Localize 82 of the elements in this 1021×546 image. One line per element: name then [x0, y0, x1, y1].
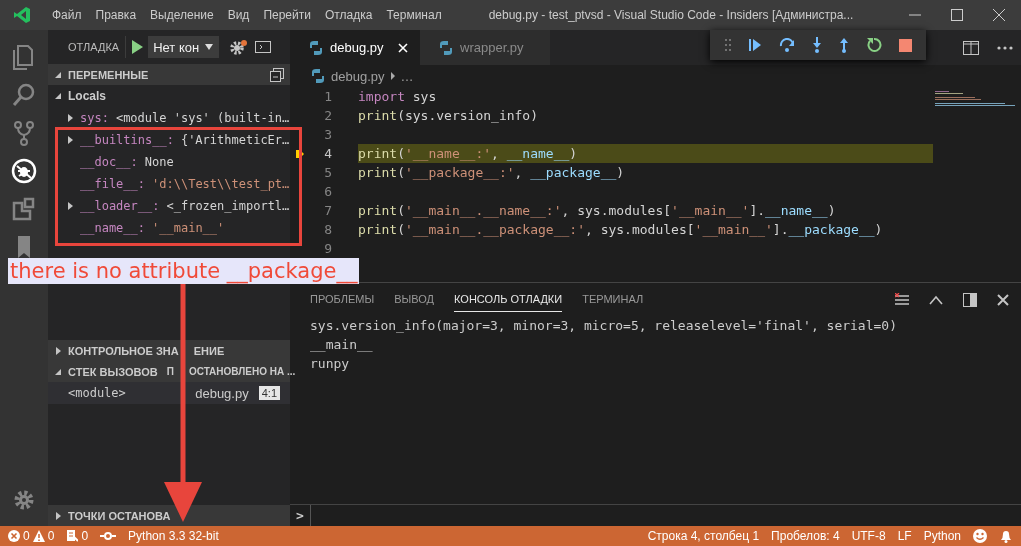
- variable-value: '__main__': [152, 221, 225, 235]
- panel-title: ОТЛАДКА: [68, 41, 120, 53]
- status-item[interactable]: LF: [897, 529, 912, 543]
- menu-item[interactable]: Вид: [220, 8, 257, 22]
- panel-tab[interactable]: ТЕРМИНАЛ: [582, 287, 644, 312]
- line-number: 4: [323, 146, 332, 161]
- console-output-line: sys.version_info(major=3, minor=3, micro=5, releaselevel='final', serial=0): [310, 317, 898, 335]
- line-number: 5: [323, 165, 332, 180]
- status-item[interactable]: Пробелов: 4: [771, 529, 840, 543]
- variable-name: __name__:: [80, 221, 146, 235]
- warning-count: 0: [47, 529, 55, 543]
- error-count: 0: [23, 529, 30, 543]
- menu-item[interactable]: Терминал: [379, 8, 449, 22]
- annotation-label: there is no attribute __package__: [8, 258, 360, 284]
- breadcrumb-item[interactable]: debug.py: [331, 68, 385, 84]
- section-header[interactable]: КОНТРОЛЬНОЕ ЗНА ЕНИЕ: [48, 340, 290, 361]
- section-title: ПЕРЕМЕННЫЕ: [68, 68, 149, 81]
- line-number: 9: [323, 241, 332, 256]
- info-count: 0: [81, 529, 89, 543]
- section-header[interactable]: ПЕРЕМЕННЫЕ: [48, 64, 290, 85]
- panel-tab[interactable]: ПРОБЛЕМЫ: [310, 287, 375, 312]
- code-line: print(sys.version_info): [358, 107, 540, 125]
- variable-name: __loader__:: [80, 199, 160, 213]
- variable-row[interactable]: __builtins__: {'ArithmeticEr…: [48, 129, 290, 151]
- stack-frame[interactable]: <module> debug.py 4:1: [48, 382, 290, 404]
- section-title: ЕНИЕ: [193, 344, 225, 357]
- variable-row[interactable]: __loader__: <_frozen_importl…: [48, 195, 290, 217]
- code-line: import sys: [358, 88, 438, 106]
- variable-name: sys:: [80, 111, 109, 125]
- line-number: 3: [323, 127, 332, 142]
- editor-tab[interactable]: wrapper.py: [420, 30, 550, 65]
- breadcrumb-item[interactable]: …: [400, 68, 414, 84]
- variable-name: __builtins__:: [80, 133, 174, 147]
- variable-value: None: [144, 155, 174, 169]
- code-line: print('__main__.__name__:', sys.modules['__main__'].__name__): [358, 202, 837, 220]
- section-header[interactable]: ТОЧКИ ОСТАНОВА: [48, 505, 290, 526]
- menu-item[interactable]: Отладка: [317, 8, 380, 22]
- line-number: 8: [323, 222, 332, 237]
- menu-item[interactable]: Перейти: [256, 8, 318, 22]
- info-indicator[interactable]: 0: [66, 529, 89, 543]
- code-line: print('__package__:', __package__): [358, 164, 626, 182]
- variable-value: <_frozen_importl…: [166, 199, 290, 213]
- variable-row[interactable]: __file__: 'd:\\Test\\test_pt…: [48, 173, 290, 195]
- variable-value: {'ArithmeticEr…: [180, 133, 290, 147]
- status-item[interactable]: UTF-8: [851, 529, 886, 543]
- tree-item[interactable]: Locals: [48, 85, 290, 107]
- frame-file: debug.py: [195, 385, 249, 401]
- variable-row[interactable]: __doc__: None: [48, 151, 290, 173]
- position-badge: 4:1: [258, 386, 280, 400]
- editor-tab[interactable]: debug.py: [290, 30, 420, 65]
- paused-status: ОСТАНОВЛЕНО НА ...: [188, 366, 296, 377]
- panel-tab[interactable]: КОНСОЛЬ ОТЛАДКИ: [454, 287, 563, 312]
- configuration-dropdown[interactable]: Нет кон: [125, 36, 220, 58]
- variable-name: __file__:: [80, 177, 146, 191]
- code-line: print('__main__.__package__:', sys.modules['__main__'].__package__): [358, 221, 884, 239]
- interpreter-selector[interactable]: Python 3.3 32-bit: [128, 529, 219, 543]
- variable-row[interactable]: __name__: '__main__': [48, 217, 290, 239]
- line-number: 7: [323, 203, 332, 218]
- variable-name: __doc__:: [80, 155, 138, 169]
- problems-indicator[interactable]: 0 0: [8, 529, 55, 543]
- line-number: 6: [323, 184, 332, 199]
- status-item[interactable]: Python: [923, 529, 961, 543]
- section-title: СТЕК ВЫЗОВОВ: [68, 365, 158, 378]
- console-output-line: __main__: [310, 336, 374, 354]
- menu-item[interactable]: Выделение: [143, 8, 221, 22]
- section-title: КОНТРОЛЬНОЕ ЗНА: [68, 344, 179, 357]
- panel-tab[interactable]: ВЫВОД: [394, 287, 435, 312]
- dropdown-value: Нет кон: [152, 39, 201, 55]
- variable-value: <module 'sys' (built-in…: [115, 111, 290, 125]
- line-number: 2: [323, 108, 332, 123]
- variable-value: 'd:\\Test\\test_pt…: [152, 177, 290, 191]
- frame-name: <module>: [68, 386, 126, 400]
- menu-item[interactable]: Правка: [88, 8, 144, 22]
- variable-row[interactable]: sys: <module 'sys' (built-in…: [48, 107, 290, 129]
- window-title: debug.py - test_ptvsd - Visual Studio Code - Insiders [Администра...: [488, 8, 854, 22]
- line-number: 1: [323, 89, 332, 104]
- scope-name: Locals: [68, 89, 106, 103]
- console-output-line: runpy: [310, 355, 351, 373]
- status-item[interactable]: Строка 4, столбец 1: [647, 529, 760, 543]
- paused-status: П: [166, 366, 174, 377]
- menu-item[interactable]: Файл: [45, 8, 89, 22]
- section-title: ТОЧКИ ОСТАНОВА: [68, 509, 171, 522]
